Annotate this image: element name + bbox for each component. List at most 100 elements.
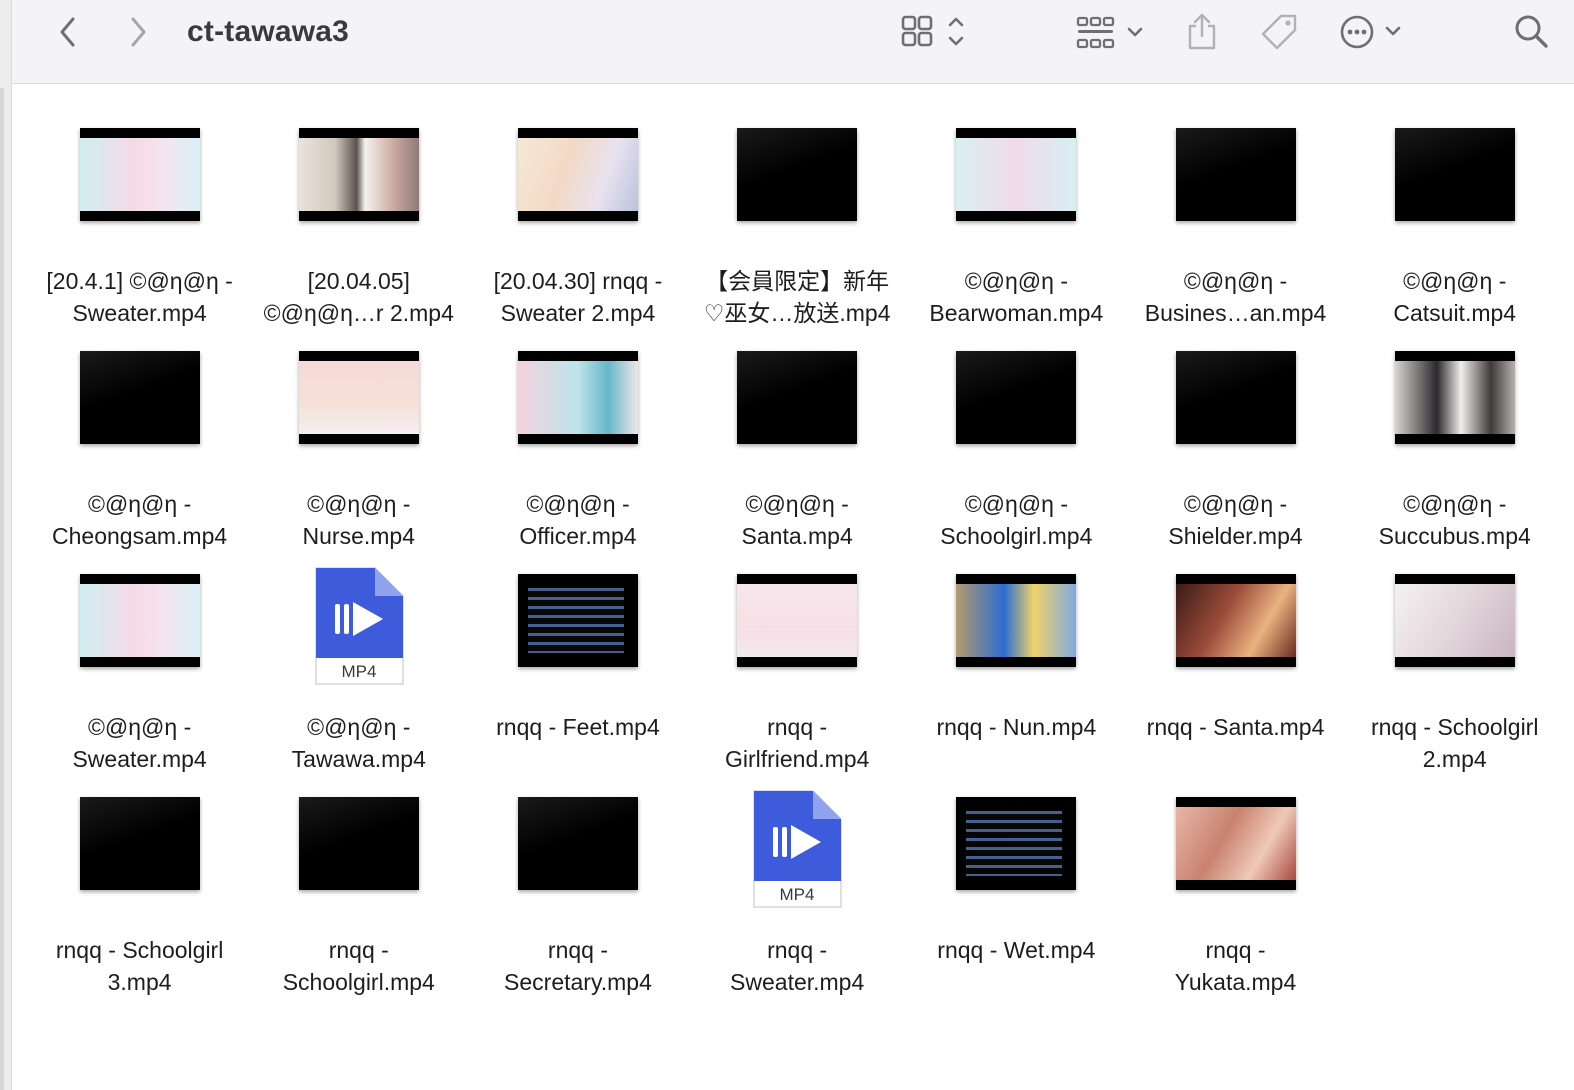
- file-item[interactable]: rnqq - Wet.mp4: [907, 793, 1126, 1016]
- file-thumbnail-area: [259, 347, 459, 467]
- thumbnail-image: [79, 584, 200, 657]
- video-thumbnail: [517, 351, 638, 444]
- thumbnail-image: [1394, 361, 1515, 434]
- file-item[interactable]: ©@η@η - Sweater.mp4: [30, 570, 249, 793]
- thumbnail-image: [298, 138, 419, 211]
- more-actions-button[interactable]: [1336, 10, 1408, 54]
- file-item[interactable]: ©@η@η - Officer.mp4: [468, 347, 687, 570]
- file-item[interactable]: ©@η@η - Succubus.mp4: [1345, 347, 1564, 570]
- thumbnail-image: [1394, 584, 1515, 657]
- file-name-label: [20.4.1] ©@η@η - Sweater.mp4: [46, 268, 233, 326]
- file-item[interactable]: ©@η@η - Busines…an.mp4: [1126, 124, 1345, 347]
- video-thumbnail: [298, 797, 419, 890]
- file-item[interactable]: ©@η@η - Santa.mp4: [688, 347, 907, 570]
- chevron-right-icon: [131, 17, 146, 47]
- file-item[interactable]: MP4 rnqq - Sweater.mp4: [688, 790, 907, 1016]
- thumbnail-image: [517, 361, 638, 434]
- file-thumbnail-area: [1355, 570, 1555, 690]
- file-item[interactable]: rnqq - Schoolgirl 2.mp4: [1345, 570, 1564, 793]
- file-item[interactable]: rnqq - Yukata.mp4: [1126, 793, 1345, 1016]
- file-thumbnail-area: [40, 347, 240, 467]
- file-name-label: ©@η@η - Tawawa.mp4: [291, 714, 426, 772]
- file-item[interactable]: rnqq - Schoolgirl.mp4: [249, 793, 468, 1016]
- video-thumbnail: [1394, 128, 1515, 221]
- file-name-label: rnqq - Nun.mp4: [936, 714, 1097, 740]
- file-item[interactable]: ©@η@η - Schoolgirl.mp4: [907, 347, 1126, 570]
- file-item[interactable]: rnqq - Secretary.mp4: [468, 793, 687, 1016]
- file-name-label: rnqq - Sweater.mp4: [730, 937, 865, 995]
- file-thumbnail-area: [697, 124, 897, 244]
- file-name-label: ©@η@η - Cheongsam.mp4: [52, 491, 228, 549]
- file-thumbnail-area: [259, 793, 459, 913]
- toolbar: ct-tawawa3: [12, 0, 1574, 84]
- file-item[interactable]: rnqq - Nun.mp4: [907, 570, 1126, 793]
- file-browser-content: [20.4.1] ©@η@η - Sweater.mp4 [20.04.05] ©…: [12, 84, 1574, 1090]
- thumbnail-image: [956, 584, 1077, 657]
- file-name-label: rnqq - Schoolgirl 3.mp4: [55, 937, 224, 995]
- file-item[interactable]: ©@η@η - Catsuit.mp4: [1345, 124, 1564, 347]
- file-item[interactable]: rnqq - Feet.mp4: [468, 570, 687, 793]
- view-mode-button[interactable]: [896, 10, 970, 54]
- video-thumbnail: [737, 574, 858, 667]
- file-name-label: ©@η@η - Nurse.mp4: [302, 491, 416, 549]
- file-item[interactable]: ©@η@η - Shielder.mp4: [1126, 347, 1345, 570]
- video-thumbnail: [956, 797, 1077, 890]
- share-button[interactable]: [1180, 10, 1224, 54]
- video-thumbnail: [1175, 797, 1296, 890]
- file-name-label: rnqq - Yukata.mp4: [1174, 937, 1297, 995]
- file-name-label: [20.04.05] ©@η@η…r 2.mp4: [263, 268, 454, 326]
- file-thumbnail-area: [259, 124, 459, 244]
- search-button[interactable]: [1508, 10, 1556, 54]
- file-thumbnail-area: [1355, 347, 1555, 467]
- file-name-label: ©@η@η - Officer.mp4: [519, 491, 637, 549]
- tag-icon: [1261, 14, 1297, 50]
- file-thumbnail-area: [1136, 793, 1336, 913]
- video-thumbnail: [79, 574, 200, 667]
- thumbnail-image: [79, 138, 200, 211]
- video-thumbnail: [517, 128, 638, 221]
- file-item[interactable]: MP4 ©@η@η - Tawawa.mp4: [249, 567, 468, 793]
- file-name-label: rnqq - Wet.mp4: [937, 937, 1096, 963]
- file-item[interactable]: ©@η@η - Nurse.mp4: [249, 347, 468, 570]
- file-thumbnail-area: [1136, 347, 1336, 467]
- mp4-document-icon: MP4: [753, 790, 842, 908]
- thumbnail-image: [1175, 584, 1296, 657]
- video-thumbnail: [956, 574, 1077, 667]
- file-item[interactable]: rnqq - Santa.mp4: [1126, 570, 1345, 793]
- file-thumbnail-area: [40, 570, 240, 690]
- file-name-label: ©@η@η - Schoolgirl.mp4: [940, 491, 1093, 549]
- video-thumbnail: [1175, 128, 1296, 221]
- file-name-label: rnqq - Schoolgirl.mp4: [282, 937, 435, 995]
- file-thumbnail-area: [916, 124, 1116, 244]
- tags-button[interactable]: [1256, 10, 1304, 54]
- back-button[interactable]: [48, 10, 88, 54]
- file-name-label: rnqq - Secretary.mp4: [504, 937, 652, 995]
- thumbnail-image: [956, 138, 1077, 211]
- ellipsis-circle-icon: [1340, 15, 1401, 49]
- icon-view-icon: [901, 15, 964, 47]
- file-item[interactable]: [20.04.05] ©@η@η…r 2.mp4: [249, 124, 468, 347]
- file-item[interactable]: ©@η@η - Bearwoman.mp4: [907, 124, 1126, 347]
- file-name-label: rnqq - Schoolgirl 2.mp4: [1370, 714, 1539, 772]
- video-thumbnail: [956, 128, 1077, 221]
- file-item[interactable]: ©@η@η - Cheongsam.mp4: [30, 347, 249, 570]
- file-thumbnail-area: [1355, 124, 1555, 244]
- file-item[interactable]: [20.4.1] ©@η@η - Sweater.mp4: [30, 124, 249, 347]
- thumbnail-image: [517, 138, 638, 211]
- file-item[interactable]: rnqq - Girlfriend.mp4: [688, 570, 907, 793]
- video-thumbnail: [298, 351, 419, 444]
- forward-button[interactable]: [118, 10, 158, 54]
- video-thumbnail: [79, 351, 200, 444]
- file-item[interactable]: rnqq - Schoolgirl 3.mp4: [30, 793, 249, 1016]
- thumbnail-image: [966, 811, 1063, 876]
- video-thumbnail: [517, 574, 638, 667]
- file-name-label: 【会員限定】新年 ♡巫女…放送.mp4: [703, 268, 891, 326]
- file-thumbnail-area: [1136, 570, 1336, 690]
- file-item[interactable]: 【会員限定】新年 ♡巫女…放送.mp4: [688, 124, 907, 347]
- file-name-label: ©@η@η - Busines…an.mp4: [1144, 268, 1327, 326]
- file-item[interactable]: [20.04.30] rnqq - Sweater 2.mp4: [468, 124, 687, 347]
- file-thumbnail-area: [478, 570, 678, 690]
- group-button[interactable]: [1072, 10, 1152, 54]
- file-name-label: rnqq - Girlfriend.mp4: [724, 714, 870, 772]
- video-thumbnail: [737, 128, 858, 221]
